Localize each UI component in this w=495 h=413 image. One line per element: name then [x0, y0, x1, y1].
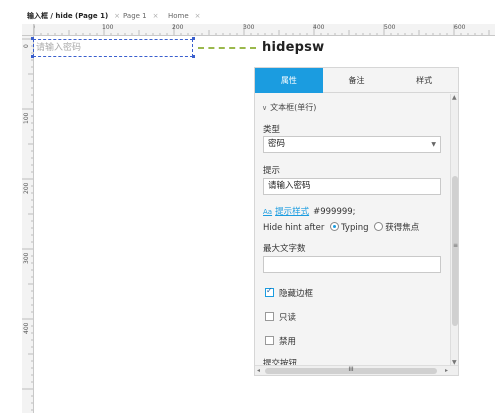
- hint-color-value: #999999;: [313, 207, 356, 217]
- hint-style-link[interactable]: 提示样式: [275, 207, 309, 217]
- password-textbox-widget[interactable]: 请输入密码: [33, 39, 193, 57]
- checkbox-label: 禁用: [279, 337, 297, 347]
- ruler-label: 200: [23, 182, 30, 194]
- tab-properties[interactable]: 属性: [255, 68, 323, 93]
- checkbox-box[interactable]: [265, 336, 274, 345]
- tab-label: 输入框 / hide (Page 1): [27, 12, 109, 20]
- checkbox-label: 只读: [279, 313, 297, 323]
- radio-typing[interactable]: [330, 222, 340, 231]
- type-select-value: 密码: [268, 139, 286, 149]
- radio-focus[interactable]: [374, 222, 384, 231]
- tab-notes[interactable]: 备注: [322, 68, 391, 93]
- resize-handle[interactable]: [31, 37, 34, 40]
- ruler-label: 200: [172, 24, 184, 31]
- close-icon[interactable]: ×: [114, 12, 120, 20]
- horizontal-scrollbar[interactable]: ◂ III ▸: [255, 365, 458, 375]
- checkbox-hide-border[interactable]: 隐藏边框: [265, 286, 314, 299]
- ruler-label: 100: [102, 24, 114, 31]
- hide-hint-label: Hide hint after: [263, 223, 325, 233]
- ruler-label: 600: [454, 24, 466, 31]
- section-header[interactable]: ∨ 文本框(单行): [262, 102, 316, 113]
- max-length-input[interactable]: [263, 256, 441, 273]
- checkbox-box[interactable]: [265, 312, 274, 321]
- resize-handle[interactable]: [192, 55, 195, 58]
- tab-home[interactable]: Home ×: [168, 9, 201, 23]
- inspector-tabs: 属性 备注 样式: [255, 68, 459, 93]
- vertical-ruler: 0 100 200 300 400: [22, 36, 34, 413]
- horizontal-scroll-thumb[interactable]: III: [265, 366, 437, 374]
- inspector-body: ∨ 文本框(单行) 类型 密码 ▼ 提示 请输入密码 Aa 提示样式 #999999;…: [255, 94, 450, 366]
- checkbox-box[interactable]: [265, 286, 274, 297]
- vertical-scrollbar[interactable]: ▲ ≡ ▼: [450, 94, 458, 366]
- grip-icon: III: [348, 366, 354, 373]
- tab-label: Page 1: [123, 12, 147, 20]
- hint-label: 提示: [263, 166, 281, 176]
- widget-name-label: hidepsw: [262, 40, 325, 55]
- textbox-placeholder: 请输入密码: [36, 43, 82, 53]
- ruler-corner: [22, 24, 34, 36]
- resize-handle[interactable]: [31, 55, 34, 58]
- dropdown-arrow-icon: ▼: [431, 141, 436, 148]
- document-tab-bar: 输入框 / hide (Page 1) × Page 1 × Home ×: [0, 0, 495, 24]
- ruler-label: 500: [384, 24, 396, 31]
- max-length-label: 最大文字数: [263, 244, 306, 254]
- ruler-label: 300: [243, 24, 255, 31]
- tab-style[interactable]: 样式: [390, 68, 459, 93]
- checkbox-readonly[interactable]: 只读: [265, 311, 296, 323]
- radio-focus-label: 获得焦点: [385, 223, 420, 233]
- horizontal-ruler: 0 100 200 300 400 500 600: [22, 24, 495, 36]
- close-icon[interactable]: ×: [153, 12, 159, 20]
- type-select[interactable]: 密码 ▼: [263, 136, 441, 153]
- section-title: 文本框(单行): [270, 103, 317, 112]
- ruler-label: 100: [23, 112, 30, 124]
- scroll-up-icon[interactable]: ▲: [452, 94, 457, 101]
- tab-label: Home: [168, 12, 189, 20]
- chevron-down-icon: ∨: [262, 104, 268, 112]
- vertical-scroll-thumb[interactable]: ≡: [452, 176, 458, 326]
- resize-handle[interactable]: [192, 37, 195, 40]
- ruler-label: 400: [23, 322, 30, 334]
- tab-page1[interactable]: Page 1 ×: [123, 9, 159, 23]
- grip-icon: ≡: [453, 242, 459, 249]
- scroll-left-icon[interactable]: ◂: [257, 367, 260, 374]
- close-icon[interactable]: ×: [195, 12, 201, 20]
- hint-style-row: Aa 提示样式 #999999;: [263, 205, 356, 217]
- ruler-label: 400: [313, 24, 325, 31]
- ruler-label: 0: [23, 44, 30, 48]
- scroll-right-icon[interactable]: ▸: [445, 367, 448, 374]
- hide-hint-row: Hide hint after Typing 获得焦点: [263, 221, 419, 233]
- radio-typing-label: Typing: [341, 223, 369, 233]
- note-connector-line: [198, 47, 256, 49]
- inspector-panel: 属性 备注 样式 ∨ 文本框(单行) 类型 密码 ▼ 提示 请输入密码 Aa 提示样…: [254, 67, 459, 376]
- type-label: 类型: [263, 125, 281, 135]
- tab-input-hide[interactable]: 输入框 / hide (Page 1) ×: [27, 9, 120, 23]
- hint-input[interactable]: 请输入密码: [263, 178, 441, 195]
- text-style-icon: Aa: [263, 208, 273, 216]
- checkbox-disabled[interactable]: 禁用: [265, 335, 296, 347]
- ruler-label: 300: [23, 252, 30, 264]
- checkbox-label: 隐藏边框: [279, 289, 314, 299]
